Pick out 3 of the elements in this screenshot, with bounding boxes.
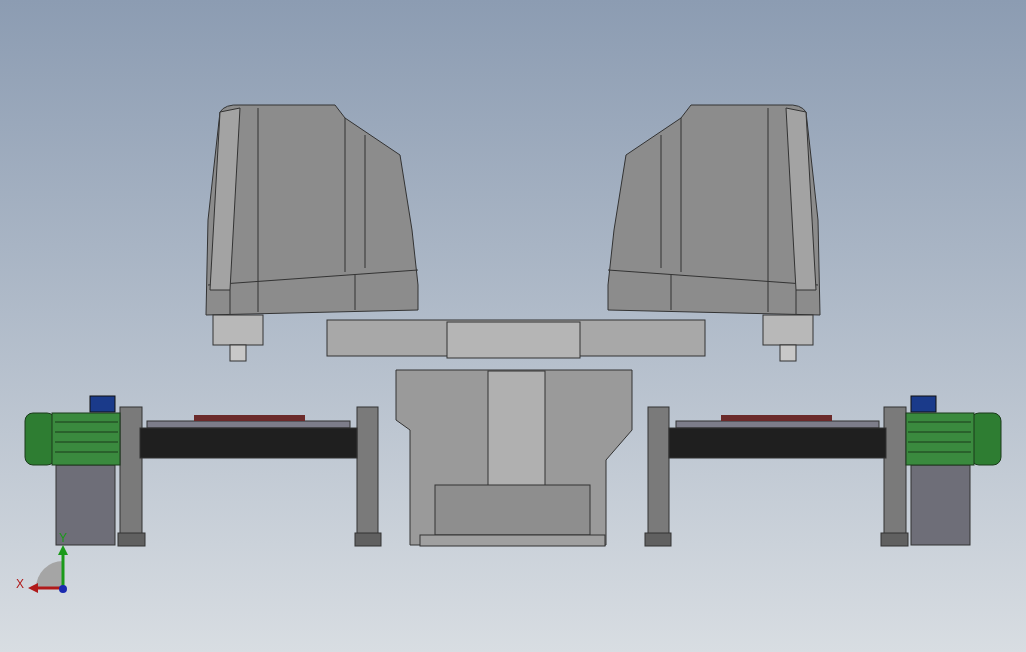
y-axis-label: Y — [59, 531, 67, 545]
axis-triad-drawing — [28, 545, 68, 593]
x-axis-label: X — [16, 577, 24, 591]
